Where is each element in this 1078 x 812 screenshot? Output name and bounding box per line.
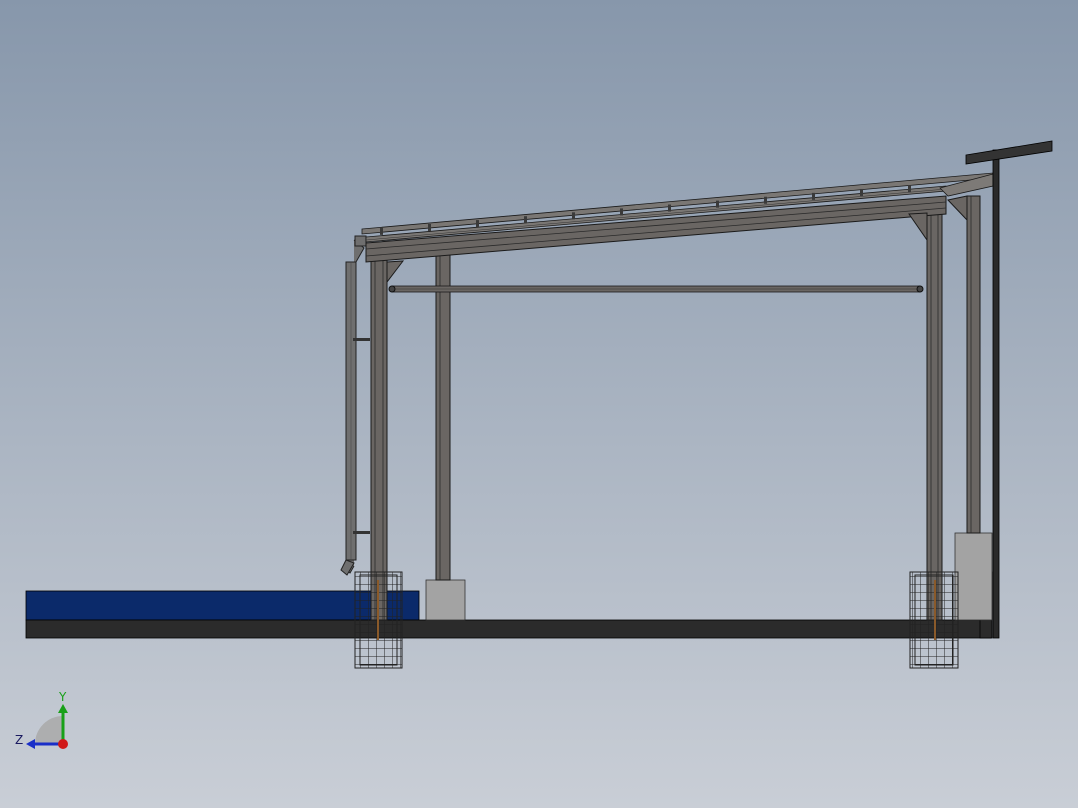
purlin-clip <box>524 216 527 224</box>
viewport-background <box>0 0 1078 808</box>
purlin-clip <box>668 204 671 212</box>
concrete-ground-slab <box>25 619 992 639</box>
purlin-clip <box>476 220 479 228</box>
purlin-clip <box>812 192 815 200</box>
rebar-cage-right <box>909 571 959 669</box>
purlin-clip <box>620 208 623 216</box>
y-axis-label: Y <box>58 690 67 704</box>
cad-drawing: Y Z <box>0 0 1078 808</box>
purlin-clip <box>908 185 911 193</box>
x-axis-dot <box>58 739 68 749</box>
column-pier-left <box>425 579 466 621</box>
z-axis-label: Z <box>15 733 23 747</box>
purlin-clip <box>428 223 431 231</box>
purlin-clip <box>572 212 575 220</box>
rebar-cage-left <box>354 571 403 669</box>
column-pier-right <box>954 532 993 621</box>
purlin-clip <box>380 227 383 235</box>
purlin-clip <box>764 196 767 204</box>
purlin-clip <box>716 200 719 208</box>
tie-bar <box>388 285 924 293</box>
cad-viewport[interactable]: Y Z <box>0 0 1078 808</box>
purlin-clip <box>860 188 863 196</box>
